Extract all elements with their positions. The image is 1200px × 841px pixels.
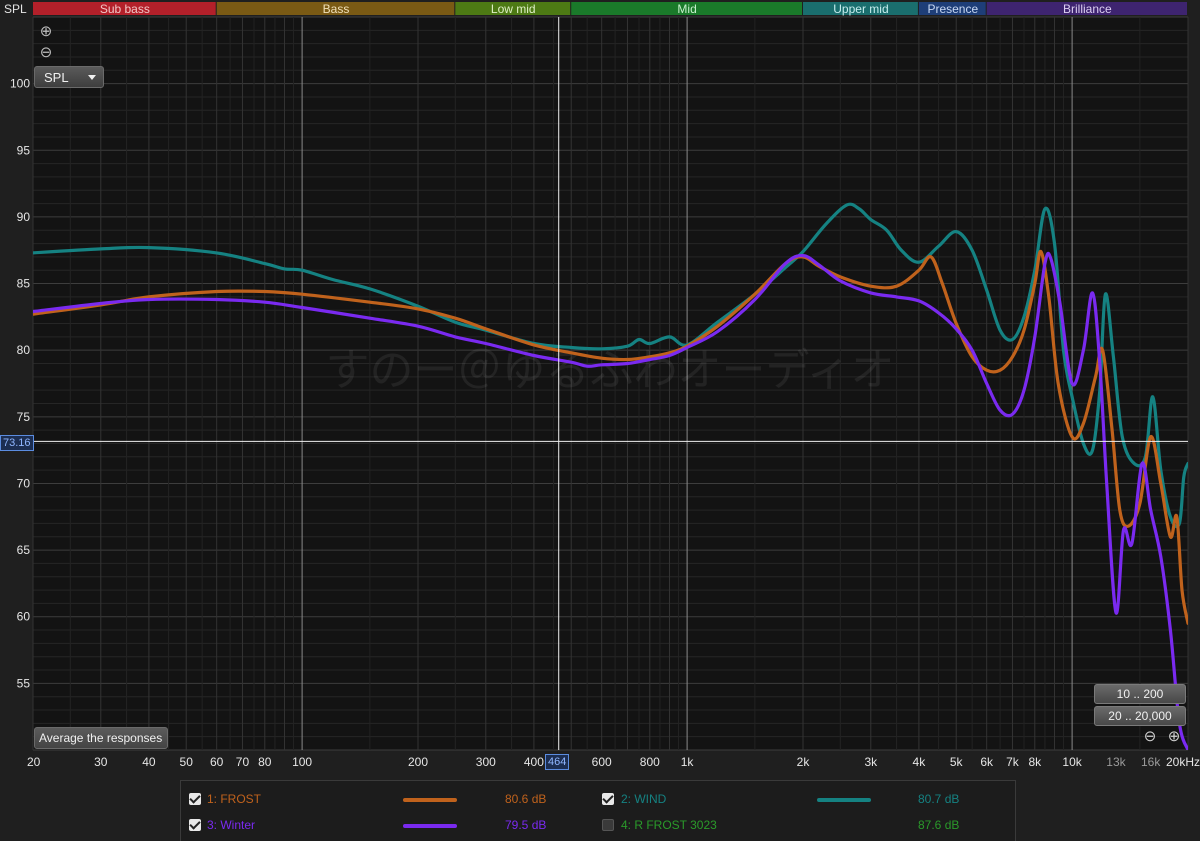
y-tick-label: 80 [17,343,31,357]
legend-checkbox-r-frost-3023[interactable] [602,819,614,831]
x-tick-label: 10k [1062,755,1082,769]
zoom-in-icon[interactable]: ⊕ [38,24,54,40]
spl-dropdown[interactable]: SPL [34,66,104,88]
x-tick-label: 7k [1006,755,1020,769]
zoom-out-icon[interactable]: ⊖ [38,45,54,61]
frequency-response-chart[interactable]: Sub bass Bass Low mid Mid Upper mid Presence B… [0,0,1200,841]
y-tick-label: 85 [17,277,31,291]
x-tick-label: 800 [640,755,660,769]
zoom-out-icon[interactable]: ⊖ [1142,729,1158,745]
y-tick-label: 70 [17,476,31,490]
legend-row: 3: Winter 79.5 dB 4: R FROST 3023 87.6 d… [181,813,1015,839]
band-label: Low mid [491,2,536,16]
x-tick-label: 6k [980,755,994,769]
range-20-20000-button[interactable]: 20 .. 20,000 [1094,706,1186,726]
legend-swatch-winter [403,824,457,828]
chevron-down-icon [88,75,96,80]
x-tick-label: 2k [797,755,811,769]
x-tick-label: 20kHz [1166,755,1200,769]
cursor-y-readout: 73.16 [0,435,34,451]
range-10-200-button[interactable]: 10 .. 200 [1094,684,1186,704]
legend-checkbox-frost[interactable] [189,793,201,805]
average-responses-button[interactable]: Average the responses [34,727,169,749]
band-label: Bass [323,2,350,16]
cursor-x-readout: 464 [545,754,570,770]
x-tick-label: 80 [258,755,272,769]
spl-axis-label: SPL [4,2,27,16]
x-tick-label: 40 [142,755,156,769]
y-tick-label: 100 [10,77,30,91]
y-tick-label: 60 [17,610,31,624]
legend-name-wind: 2: WIND [621,792,667,806]
legend-swatch-wind [817,798,871,802]
x-tick-label: 13k [1106,755,1126,769]
x-tick-label: 60 [210,755,224,769]
y-tick-label: 75 [17,410,31,424]
legend-name-r-frost-3023: 4: R FROST 3023 [621,818,717,832]
legend-value-winter: 79.5 dB [505,818,547,832]
x-tick-label: 70 [236,755,250,769]
legend-checkbox-wind[interactable] [602,793,614,805]
x-tick-label: 100 [292,755,312,769]
x-tick-label: 5k [950,755,964,769]
x-tick-label: 3k [864,755,878,769]
y-tick-label: 55 [17,676,31,690]
legend-row: 1: FROST 80.6 dB 2: WIND 80.7 dB [181,787,1015,813]
spl-dropdown-value: SPL [44,70,69,85]
x-tick-label: 1k [681,755,695,769]
legend-value-r-frost-3023: 87.6 dB [918,818,960,832]
x-tick-label: 8k [1028,755,1042,769]
y-tick-label: 95 [17,143,31,157]
band-label: Sub bass [100,2,150,16]
x-tick-label: 4k [913,755,927,769]
band-label: Brilliance [1063,2,1112,16]
x-tick-label: 300 [476,755,496,769]
legend-checkbox-winter[interactable] [189,819,201,831]
legend-swatch-frost [403,798,457,802]
frequency-bands: Sub bass Bass Low mid Mid Upper mid Presence B… [33,2,1187,16]
x-tick-label: 200 [408,755,428,769]
band-label: Mid [677,2,696,16]
zoom-in-icon[interactable]: ⊕ [1166,729,1182,745]
legend-panel: 1: FROST 80.6 dB 2: WIND 80.7 dB 3: Wint… [180,780,1016,841]
y-tick-label: 90 [17,210,31,224]
legend-value-wind: 80.7 dB [918,792,960,806]
legend-name-winter: 3: Winter [207,818,256,832]
x-tick-label: 400 [524,755,544,769]
watermark: すのー＠ゆるふわオーディオ [326,345,895,396]
x-tick-label: 50 [180,755,194,769]
legend-name-frost: 1: FROST [207,792,262,806]
x-tick-label: 20 [27,755,41,769]
x-tick-label: 16k [1141,755,1161,769]
x-tick-label: 30 [94,755,108,769]
y-tick-label: 65 [17,543,31,557]
legend-value-frost: 80.6 dB [505,792,547,806]
band-label: Upper mid [833,2,888,16]
band-label: Presence [927,2,978,16]
x-tick-label: 600 [592,755,612,769]
